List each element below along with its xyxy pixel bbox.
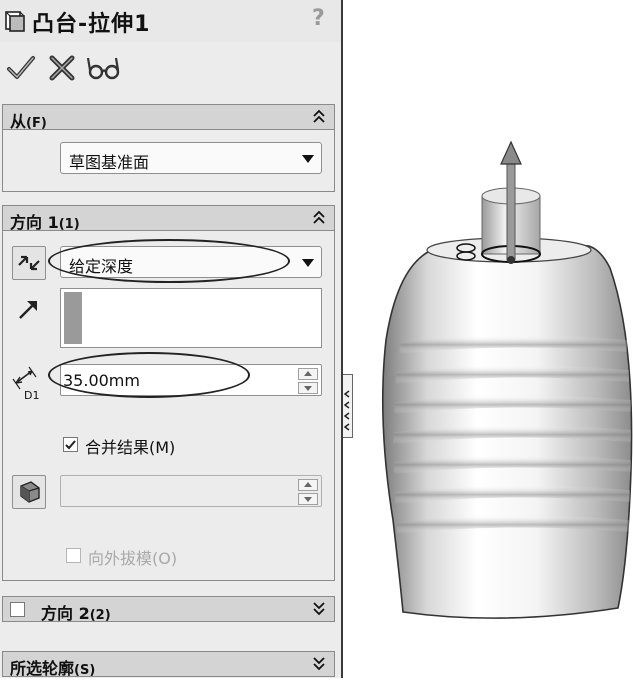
svg-text:D1: D1 <box>24 389 39 402</box>
panel-splitter[interactable] <box>341 0 343 678</box>
spin-up-button[interactable] <box>298 368 318 380</box>
draft-icon <box>20 481 40 503</box>
direction-vector-selection-box[interactable] <box>60 288 322 348</box>
from-section-header[interactable]: 从(F) <box>2 104 335 131</box>
reverse-direction-button[interactable] <box>12 246 46 280</box>
draft-outward-checkbox[interactable] <box>66 548 81 563</box>
feature-title-bar: 凸台-拉伸1 ? <box>0 0 341 42</box>
draft-on-off-button[interactable] <box>12 475 46 509</box>
collapse-chevron-icon[interactable] <box>312 208 326 226</box>
feature-title: 凸台-拉伸1 <box>32 12 151 37</box>
extruded-model-preview <box>381 140 633 619</box>
dropdown-arrow-icon <box>302 259 314 267</box>
graphics-viewport[interactable] <box>353 0 633 678</box>
depth-dimension-icon: D1 <box>12 366 39 402</box>
spin-down-button[interactable] <box>298 493 318 505</box>
end-condition-select[interactable]: 给定深度 <box>60 246 322 278</box>
selection-color-bar <box>64 292 82 344</box>
spin-down-button[interactable] <box>298 382 318 394</box>
selected-contours-section-header[interactable]: 所选轮廓(S) <box>2 651 335 678</box>
checkmark-icon[interactable] <box>6 52 36 82</box>
merge-result-label: 合并结果(M) <box>85 438 176 457</box>
direction-arrow-icon <box>19 301 37 319</box>
reverse-direction-icon <box>18 255 40 271</box>
direction1-section-body: 给定深度 D1 35.00mm 合并结果(M) 向外拔模(O) <box>2 231 335 581</box>
expand-chevron-icon[interactable] <box>312 599 326 617</box>
draft-angle-spinner[interactable] <box>298 479 318 505</box>
help-icon[interactable]: ? <box>312 6 325 31</box>
direction2-section-header[interactable]: 方向 2(2) <box>2 596 335 623</box>
collapse-chevron-icon[interactable] <box>312 107 326 125</box>
collapse-arrows-icon <box>343 390 350 431</box>
dropdown-arrow-icon <box>302 155 314 163</box>
depth-spinner[interactable] <box>298 368 318 394</box>
check-mark-icon <box>65 440 76 450</box>
extrude-feature-icon <box>5 11 25 32</box>
draft-outward-label: 向外拔模(O) <box>88 549 178 568</box>
start-condition-select[interactable]: 草图基准面 <box>60 142 322 174</box>
expand-chevron-icon[interactable] <box>312 654 326 672</box>
depth-input[interactable]: 35.00mm <box>60 364 322 396</box>
property-manager-panel: 凸台-拉伸1 ? 从(F) 草图基准面 方向 1(1) 给定深度 D1 35.0… <box>0 0 343 678</box>
glasses-icon[interactable] <box>86 52 122 82</box>
merge-result-checkbox[interactable] <box>63 437 78 452</box>
direction1-section-header[interactable]: 方向 1(1) <box>2 205 335 232</box>
action-bar <box>0 44 341 94</box>
panel-flyout-handle[interactable] <box>343 374 353 438</box>
direction2-checkbox[interactable] <box>10 602 25 617</box>
draft-angle-input[interactable] <box>60 475 322 507</box>
cross-icon[interactable] <box>48 52 76 82</box>
from-section-body: 草图基准面 <box>2 130 335 192</box>
spin-up-button[interactable] <box>298 479 318 491</box>
